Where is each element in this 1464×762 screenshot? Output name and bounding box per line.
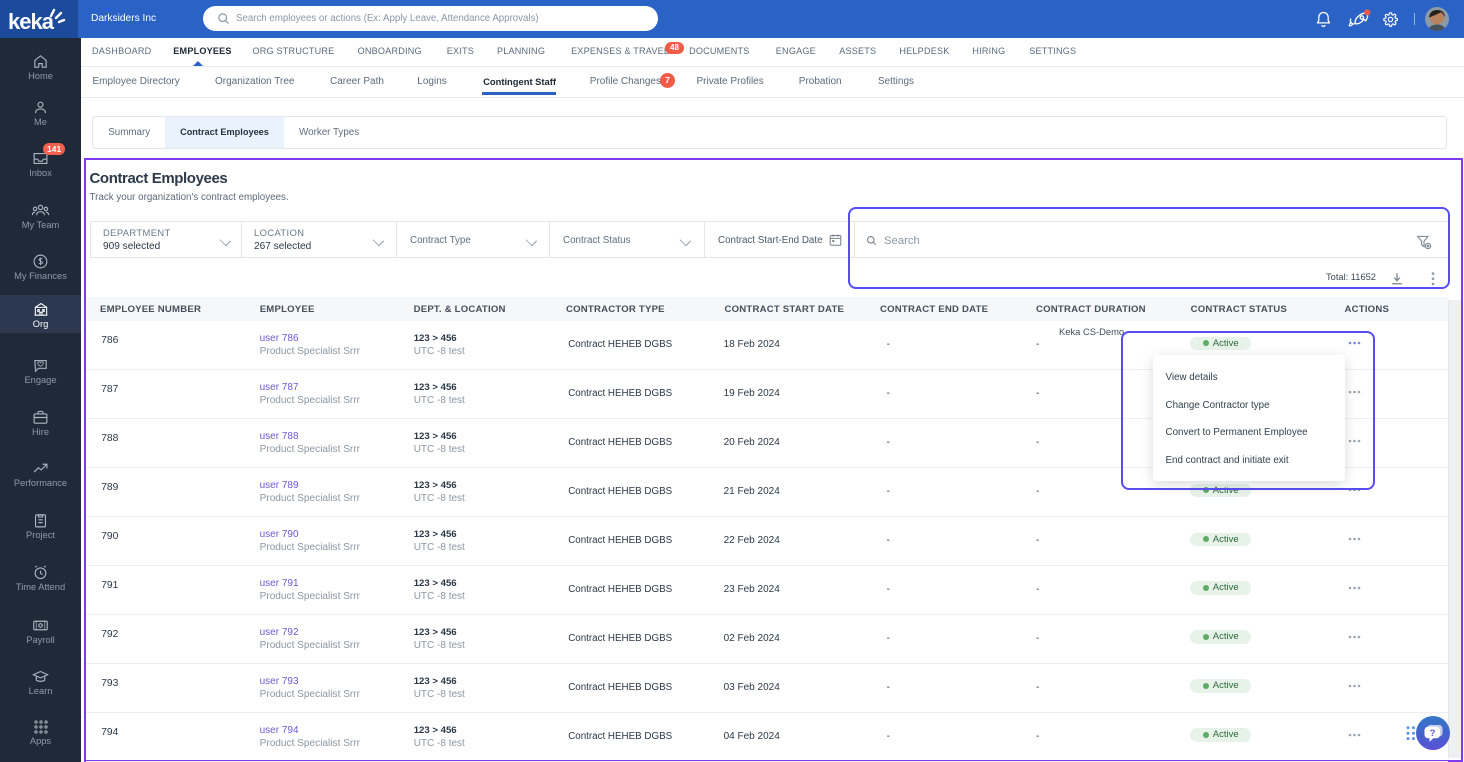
- svg-text:?: ?: [1430, 728, 1436, 739]
- svg-text:keka: keka: [8, 9, 55, 34]
